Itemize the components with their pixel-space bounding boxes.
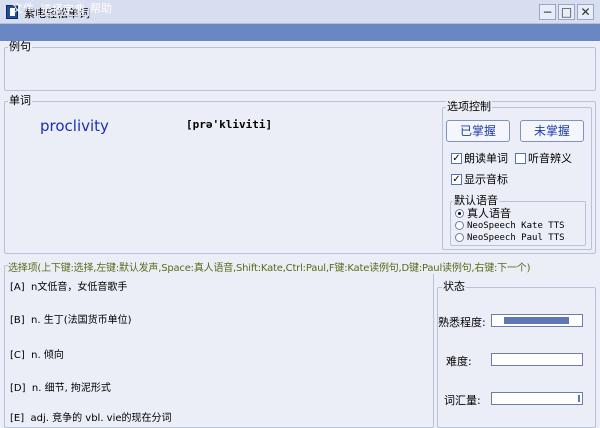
choice-d[interactable]: [D] n. 细节, 拘泥形式 — [10, 379, 111, 394]
listen-meaning-label: 听音辨义 — [528, 152, 572, 165]
close-button[interactable]: ✕ — [577, 4, 594, 20]
voice-paul-radio[interactable] — [455, 233, 464, 242]
familiarity-fill — [504, 317, 569, 324]
options-legend: 选项控制 — [446, 100, 492, 113]
minimize-button[interactable]: − — [539, 4, 556, 20]
word-legend: 单词 — [8, 94, 32, 107]
maximize-button[interactable]: □ — [558, 4, 575, 20]
example-legend: 例句 — [8, 40, 32, 53]
read-word-label: 朗读单词 — [464, 152, 508, 165]
listen-meaning-checkbox[interactable] — [515, 153, 526, 164]
choice-text: adj. 竞争的 vbl. vie的现在分词 — [30, 413, 172, 424]
choice-b[interactable]: [B] n. 生丁(法国货币单位) — [10, 311, 132, 326]
choice-key: [C] — [10, 350, 25, 361]
voice-paul-label: NeoSpeech Paul TTS — [467, 233, 565, 243]
choice-key: [D] — [10, 383, 26, 394]
show-phonetic-checkbox[interactable]: ✓ — [451, 174, 462, 185]
familiarity-label: 熟悉程度: — [438, 316, 486, 329]
phonetic-text: [prə'kliviti] — [186, 118, 273, 131]
vocabulary-bar — [491, 392, 583, 405]
status-legend: 状态 — [442, 280, 466, 293]
voice-human-radio[interactable] — [455, 209, 464, 218]
choice-text: n. 生丁(法国货币单位) — [31, 315, 132, 326]
menu-bar — [0, 24, 600, 41]
choice-c[interactable]: [C] n. 倾向 — [10, 346, 64, 361]
read-word-checkbox[interactable]: ✓ — [451, 153, 462, 164]
choices-hint: 选择项(上下键:选择,左键:默认发声,Space:真人语音,Shift:Kate… — [8, 259, 530, 274]
choice-key: [A] — [10, 282, 25, 293]
difficulty-bar — [491, 353, 583, 366]
menu-help[interactable]: 帮助 — [87, 1, 115, 16]
choice-text: n文低音，女低音歌手 — [31, 282, 128, 293]
familiarity-bar — [491, 314, 583, 327]
mastered-button[interactable]: 已掌握 — [446, 120, 510, 142]
show-phonetic-label: 显示音标 — [464, 173, 508, 186]
choice-text: n. 细节, 拘泥形式 — [31, 383, 111, 394]
voice-legend: 默认语音 — [453, 194, 499, 207]
choice-a[interactable]: [A] n文低音，女低音歌手 — [10, 278, 127, 293]
vocabulary-label: 词汇量: — [444, 394, 481, 407]
example-sentence-panel — [4, 47, 596, 91]
choice-key: [E] — [10, 413, 25, 424]
menu-select-dictionary[interactable]: 选择字典 — [37, 1, 89, 16]
choice-e[interactable]: [E] adj. 竞争的 vbl. vie的现在分词 — [10, 409, 172, 424]
difficulty-label: 难度: — [446, 355, 472, 368]
word-text: proclivity — [40, 117, 109, 135]
vocabulary-fill — [578, 395, 580, 402]
choice-text: n. 倾向 — [31, 350, 64, 361]
unmastered-button[interactable]: 未掌握 — [520, 120, 584, 142]
menu-file[interactable]: 文件 — [9, 1, 37, 16]
choice-key: [B] — [10, 315, 25, 326]
voice-kate-radio[interactable] — [455, 221, 464, 230]
voice-human-label: 真人语音 — [467, 207, 511, 220]
